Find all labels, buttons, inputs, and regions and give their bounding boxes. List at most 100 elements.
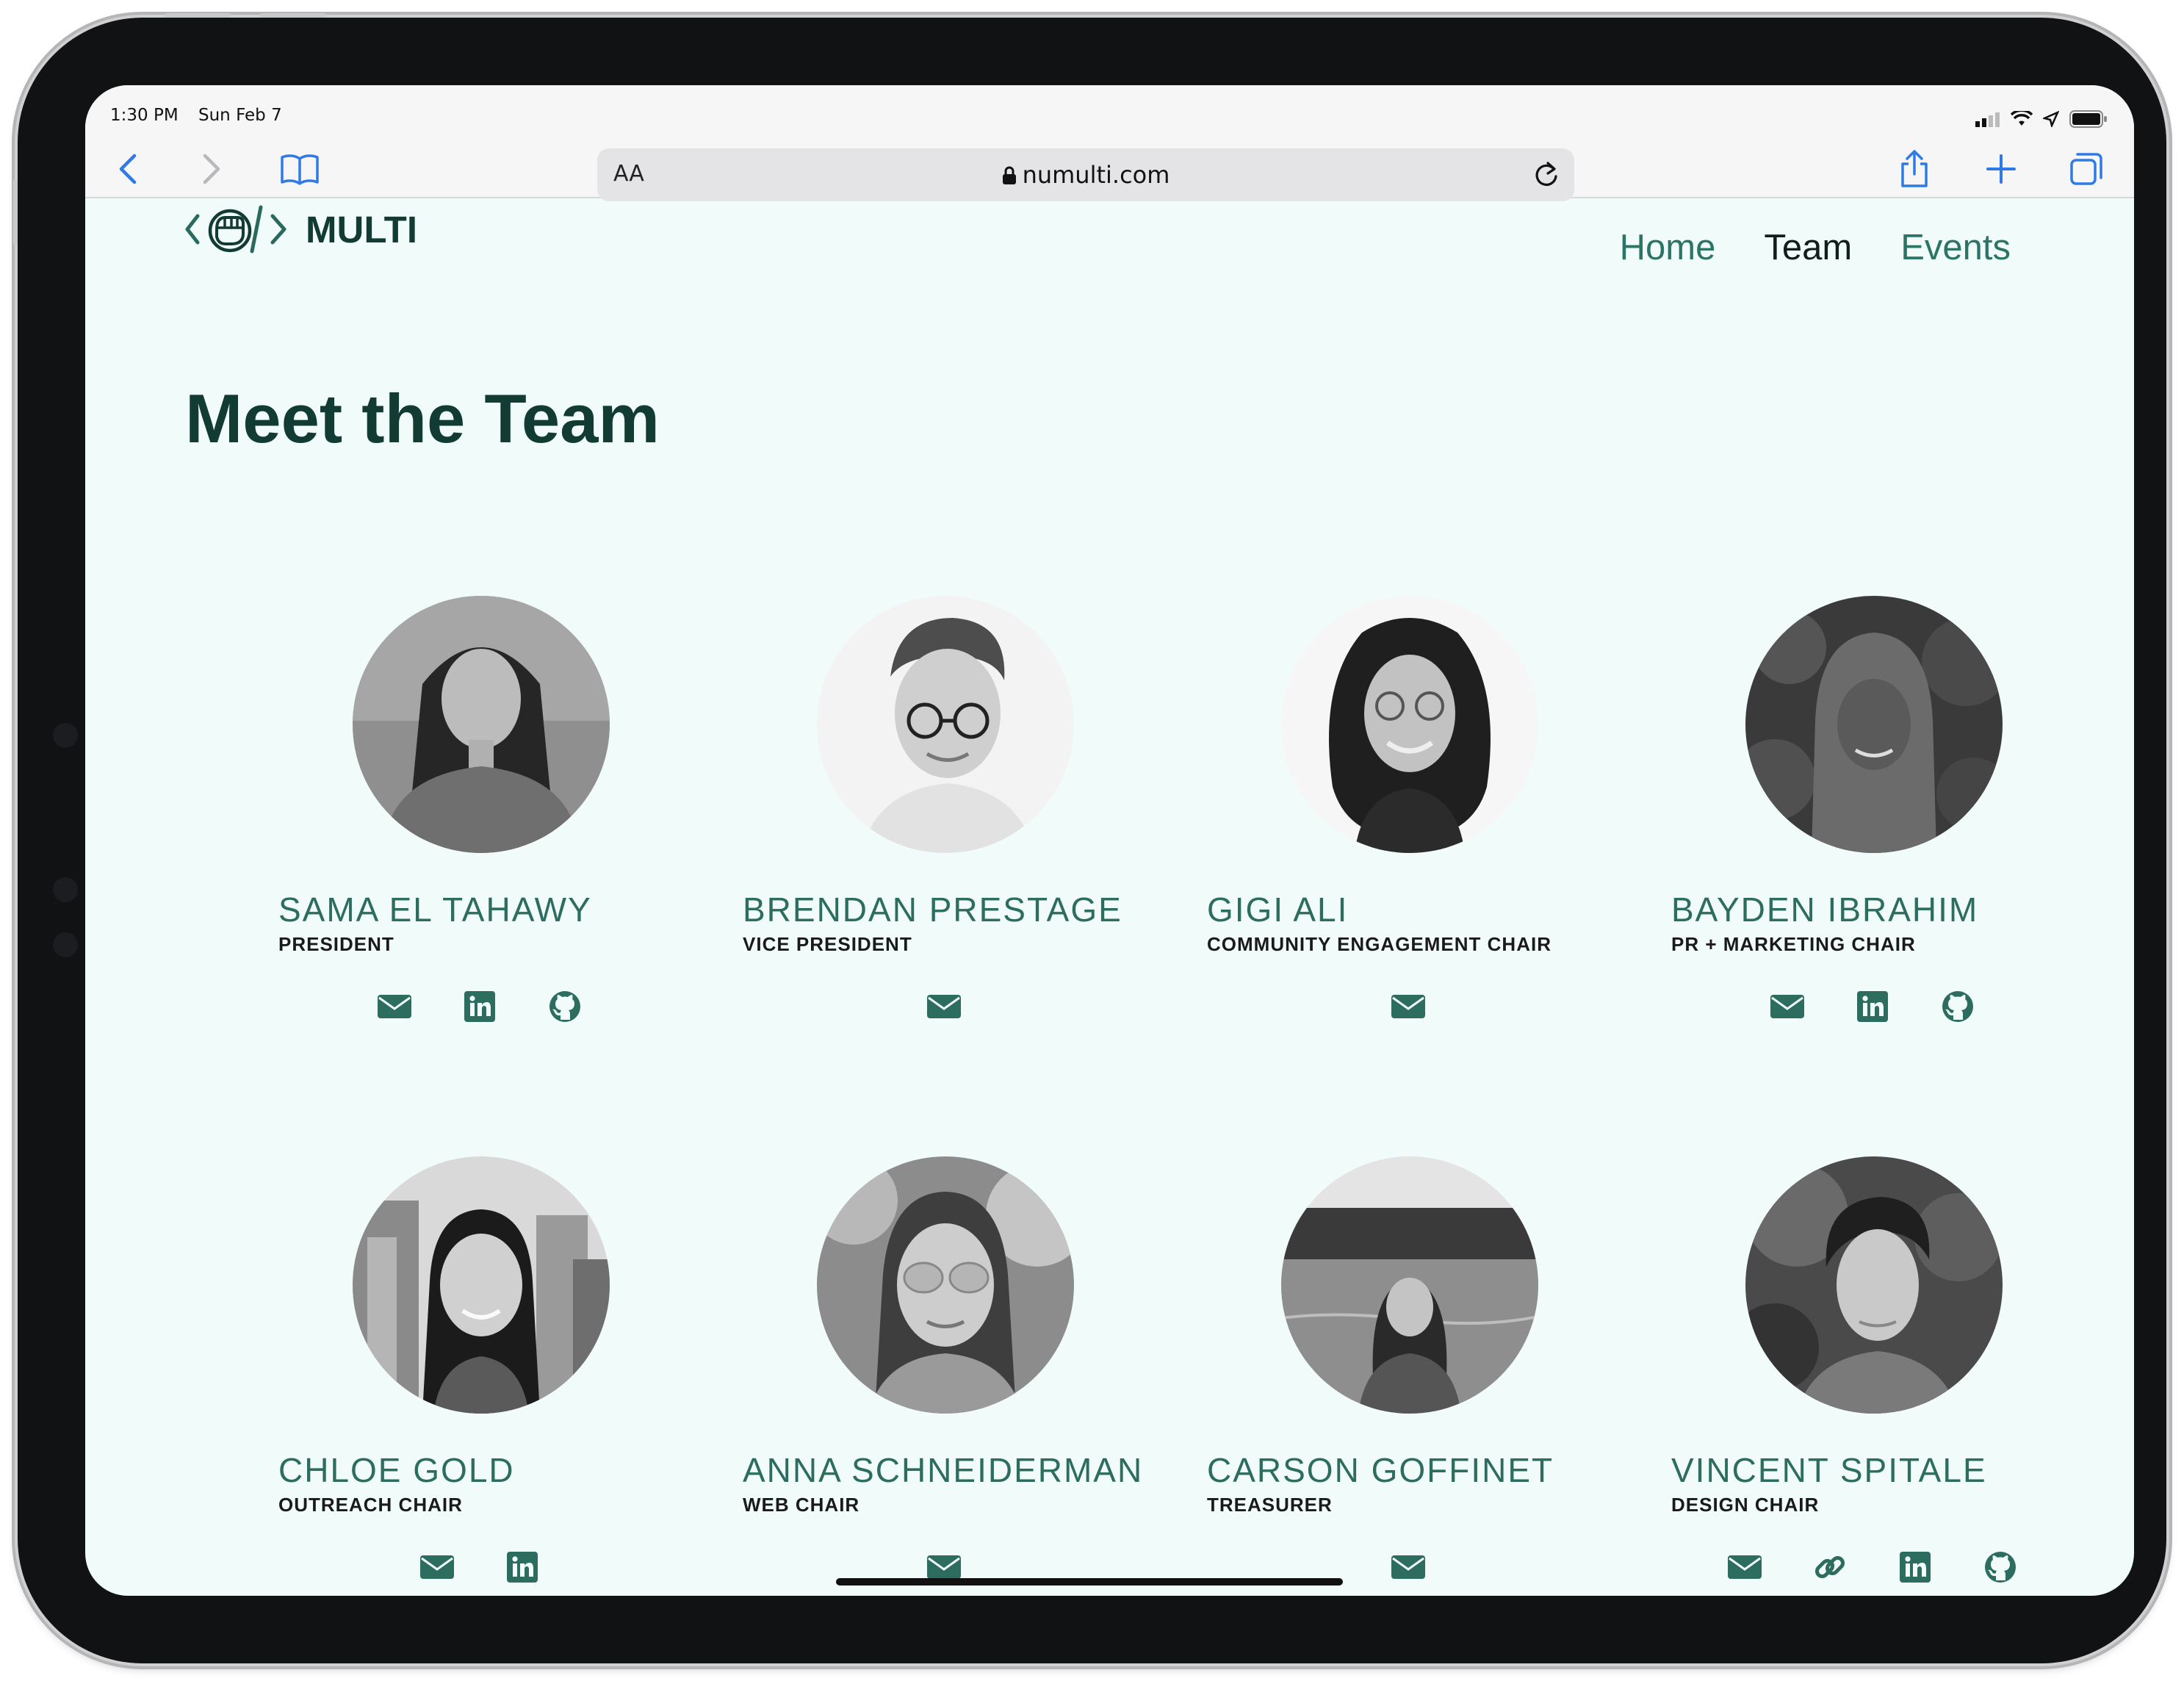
linkedin-icon bbox=[1900, 1552, 1931, 1583]
github-icon bbox=[1985, 1552, 2016, 1583]
home-indicator[interactable] bbox=[836, 1578, 1343, 1585]
member-role: COMMUNITY ENGAGEMENT CHAIR bbox=[1207, 933, 1551, 955]
linkedin-icon bbox=[1857, 991, 1888, 1022]
email-link[interactable] bbox=[1390, 1549, 1427, 1585]
linkedin-link[interactable] bbox=[461, 988, 498, 1025]
email-icon bbox=[1728, 1555, 1762, 1579]
chevron-right-icon bbox=[203, 154, 220, 184]
linkedin-icon bbox=[464, 991, 495, 1022]
member-role: PRESIDENT bbox=[278, 933, 394, 955]
page-title: Meet the Team bbox=[185, 380, 660, 457]
share-icon bbox=[1901, 150, 1928, 187]
link-icon bbox=[1814, 1555, 1845, 1579]
tabs-icon bbox=[2070, 153, 2102, 185]
code-fist-logo-icon bbox=[185, 205, 286, 253]
email-link[interactable] bbox=[926, 988, 962, 1025]
sensor-dot bbox=[53, 932, 78, 957]
member-name: ANNA SCHNEIDERMAN bbox=[743, 1451, 1144, 1489]
status-bar: 1:30 PM Sun Feb 7 bbox=[110, 106, 297, 125]
email-link[interactable] bbox=[1726, 1549, 1763, 1585]
chevron-left-icon bbox=[119, 154, 137, 184]
ipad-frame: 1:30 PM Sun Feb 7 AA numulti.com MULTI H… bbox=[13, 13, 2166, 1663]
address-bar[interactable]: AA numulti.com bbox=[597, 148, 1574, 201]
lock-icon bbox=[1002, 166, 1016, 184]
member-photo bbox=[353, 1156, 610, 1414]
email-link[interactable] bbox=[376, 988, 413, 1025]
reload-button[interactable] bbox=[1532, 159, 1561, 192]
logo-text: MULTI bbox=[306, 208, 418, 251]
member-links bbox=[1665, 988, 2080, 1025]
reload-icon bbox=[1535, 162, 1557, 186]
member-name: CHLOE GOLD bbox=[278, 1451, 515, 1489]
github-link[interactable] bbox=[1939, 988, 1976, 1025]
volume-button bbox=[260, 13, 326, 18]
nav-team-link[interactable]: Team bbox=[1764, 227, 1852, 268]
nav-home-link[interactable]: Home bbox=[1620, 227, 1716, 268]
tabs-overview-button[interactable] bbox=[2064, 147, 2108, 191]
member-role: PR + MARKETING CHAIR bbox=[1671, 933, 1916, 955]
status-time: 1:30 PM bbox=[110, 106, 179, 125]
member-links bbox=[1665, 1549, 2080, 1585]
member-role: DESIGN CHAIR bbox=[1671, 1494, 1820, 1516]
member-photo bbox=[1745, 1156, 2003, 1414]
email-icon bbox=[420, 1555, 454, 1579]
back-button[interactable] bbox=[106, 147, 150, 191]
member-photo bbox=[353, 596, 610, 853]
email-icon bbox=[1391, 1555, 1425, 1579]
email-link[interactable] bbox=[1390, 988, 1427, 1025]
member-role: TREASURER bbox=[1207, 1494, 1333, 1516]
member-role: OUTREACH CHAIR bbox=[278, 1494, 463, 1516]
member-photo bbox=[817, 596, 1074, 853]
site-logo[interactable]: MULTI bbox=[184, 201, 417, 257]
volume-button bbox=[165, 13, 231, 18]
email-link[interactable] bbox=[419, 1549, 455, 1585]
email-icon bbox=[927, 1555, 961, 1579]
share-button[interactable] bbox=[1892, 147, 1936, 191]
nav-events-link[interactable]: Events bbox=[1900, 227, 2011, 268]
book-icon bbox=[281, 154, 319, 185]
location-icon bbox=[2043, 111, 2059, 127]
github-link[interactable] bbox=[547, 988, 583, 1025]
linkedin-link[interactable] bbox=[1854, 988, 1891, 1025]
front-camera bbox=[53, 723, 78, 748]
github-icon bbox=[1942, 991, 1973, 1022]
github-icon bbox=[549, 991, 580, 1022]
website-link[interactable] bbox=[1812, 1549, 1848, 1585]
linkedin-link[interactable] bbox=[504, 1549, 541, 1585]
status-date: Sun Feb 7 bbox=[198, 106, 282, 125]
status-icons bbox=[1975, 110, 2108, 128]
member-links bbox=[272, 1549, 688, 1585]
member-links bbox=[272, 988, 688, 1025]
linkedin-link[interactable] bbox=[1897, 1549, 1933, 1585]
member-photo bbox=[1281, 596, 1538, 853]
member-name: VINCENT SPITALE bbox=[1671, 1451, 1987, 1489]
member-role: WEB CHAIR bbox=[743, 1494, 860, 1516]
battery-icon bbox=[2069, 110, 2107, 128]
wifi-icon bbox=[2011, 111, 2033, 126]
cellular-signal-icon bbox=[1975, 112, 2000, 127]
url-text: numulti.com bbox=[1022, 161, 1170, 189]
member-links bbox=[736, 988, 1152, 1025]
email-icon bbox=[1391, 995, 1425, 1018]
member-photo bbox=[1745, 596, 2003, 853]
member-name: GIGI ALI bbox=[1207, 890, 1349, 929]
member-photo bbox=[817, 1156, 1074, 1414]
main-nav: Home Team Events bbox=[1620, 227, 2011, 268]
email-icon bbox=[1770, 995, 1804, 1018]
new-tab-button[interactable] bbox=[1979, 147, 2023, 191]
screen: 1:30 PM Sun Feb 7 AA numulti.com MULTI H… bbox=[85, 85, 2134, 1596]
safari-toolbar: 1:30 PM Sun Feb 7 AA numulti.com bbox=[85, 85, 2134, 201]
email-icon bbox=[378, 995, 411, 1018]
linkedin-icon bbox=[507, 1552, 538, 1583]
member-name: SAMA EL TAHAWY bbox=[278, 890, 592, 929]
mute-switch bbox=[13, 179, 18, 245]
github-link[interactable] bbox=[1982, 1549, 2019, 1585]
email-link[interactable] bbox=[1769, 988, 1806, 1025]
bookmarks-button[interactable] bbox=[278, 147, 322, 191]
member-name: BAYDEN IBRAHIM bbox=[1671, 890, 1979, 929]
sensor-dot bbox=[53, 877, 78, 902]
member-role: VICE PRESIDENT bbox=[743, 933, 912, 955]
url-display[interactable]: numulti.com bbox=[597, 161, 1574, 189]
forward-button[interactable] bbox=[190, 147, 234, 191]
member-name: CARSON GOFFINET bbox=[1207, 1451, 1554, 1489]
